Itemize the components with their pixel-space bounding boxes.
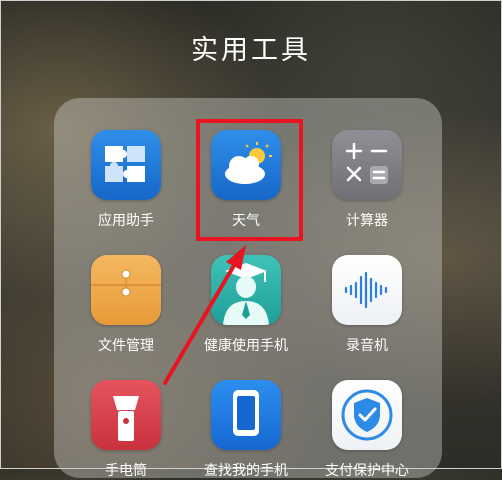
annotation-arrow — [163, 245, 246, 385]
